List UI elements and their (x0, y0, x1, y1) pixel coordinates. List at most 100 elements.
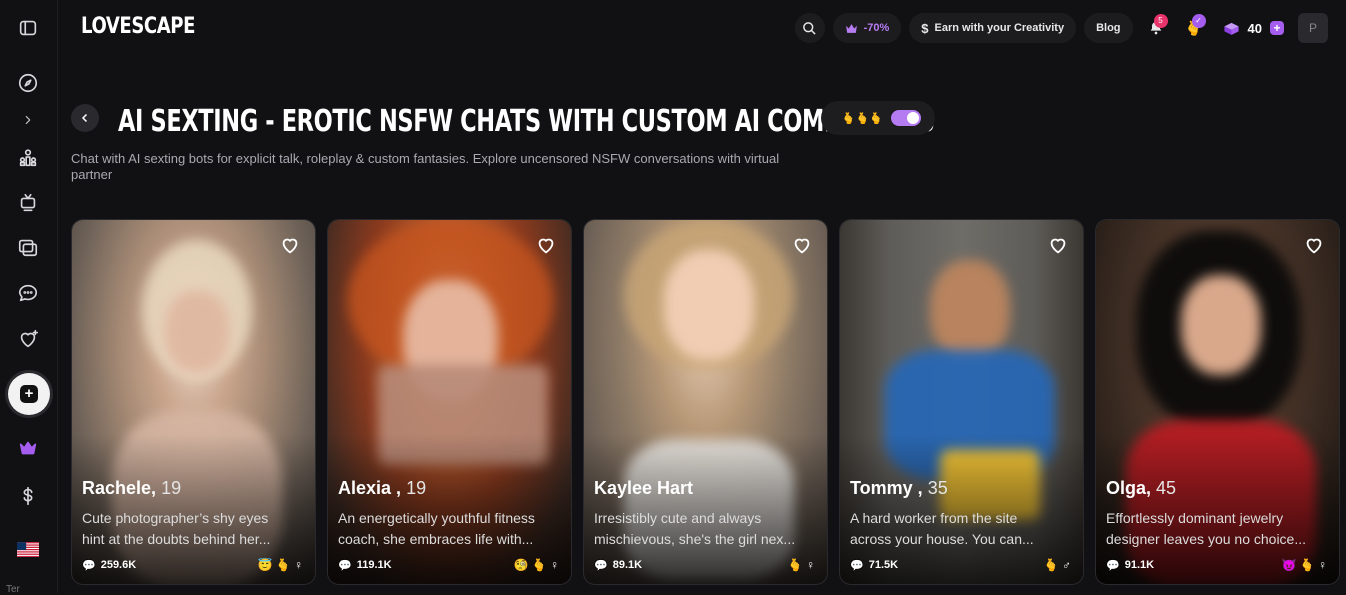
character-name-text: Kaylee Hart (594, 478, 694, 498)
chat-bubble-icon: 💬 (82, 559, 96, 572)
sidebar-toggle-icon[interactable] (14, 14, 42, 42)
leaderboard-icon[interactable] (14, 144, 42, 172)
chat-icon[interactable] (14, 279, 42, 307)
earn-label: Earn with your Creativity (934, 22, 1065, 34)
blog-button[interactable]: Blog (1084, 13, 1133, 43)
description-line-1: A hard worker from the site (850, 510, 1018, 526)
character-tags: 🫰 ♂ (1043, 558, 1071, 572)
favorite-heart-icon[interactable] (791, 234, 813, 256)
app-logo[interactable]: LOVESCAPE (81, 14, 195, 39)
nsfw-toggle-group[interactable]: 🫰🫰🫰 (821, 101, 935, 135)
chat-count: 💬 259.6K (82, 559, 136, 572)
character-description: An energetically youthful fitness coach, … (338, 508, 560, 550)
character-name: Alexia , 19 (338, 478, 426, 499)
chat-count-value: 91.1K (1124, 559, 1155, 571)
heart-spark-icon[interactable] (14, 325, 42, 353)
language-label: Ter (6, 584, 20, 595)
chat-count: 💬 89.1K (594, 559, 642, 572)
chevron-left-icon (81, 113, 88, 123)
character-tags: 🧐 🫰 ♀ (513, 558, 559, 572)
compass-icon[interactable] (14, 69, 42, 97)
toggle-emojis: 🫰🫰🫰 (841, 112, 883, 125)
chat-bubble-icon: 💬 (338, 559, 352, 572)
discount-button[interactable]: -70% (832, 13, 902, 43)
page-title: AI SEXTING - EROTIC NSFW CHATS WITH CUST… (118, 104, 935, 139)
avatar[interactable]: P (1298, 13, 1328, 43)
search-button[interactable] (794, 13, 825, 43)
chat-count: 💬 71.5K (850, 559, 898, 572)
description-line-1: Effortlessly dominant jewelry (1106, 510, 1284, 526)
plus-icon: + (20, 385, 38, 403)
character-description: Cute photographer’s shy eyes hint at the … (82, 508, 304, 550)
chat-count-value: 119.1K (356, 559, 392, 571)
notifications-button[interactable]: 5 (1141, 13, 1171, 43)
chat-count: 💬 91.1K (1106, 559, 1154, 572)
description-line-2: designer leaves you no choice... (1106, 531, 1307, 547)
gems-count: 40 (1247, 20, 1262, 36)
card-footer: 💬 119.1K 🧐 🫰 ♀ (338, 558, 559, 572)
character-name-text: Olga, (1106, 478, 1152, 498)
nsfw-toggle[interactable] (891, 110, 921, 126)
crown-icon[interactable] (14, 434, 42, 462)
favorite-heart-icon[interactable] (535, 234, 557, 256)
dollar-icon[interactable] (14, 482, 42, 510)
character-age: 19 (406, 478, 427, 498)
tv-icon[interactable] (14, 189, 42, 217)
earn-button[interactable]: $ Earn with your Creativity (909, 13, 1077, 43)
nsfw-mode-button[interactable]: 🫰 ✓ (1179, 13, 1209, 43)
description-line-1: Irresistibly cute and always (594, 510, 762, 526)
character-age: 45 (1156, 478, 1177, 498)
chat-bubble-icon: 💬 (594, 559, 608, 572)
character-tags: 😈 🫰 ♀ (1281, 558, 1327, 572)
dollar-icon: $ (921, 20, 929, 36)
character-age: 19 (161, 478, 182, 498)
chevron-right-icon[interactable] (14, 106, 42, 134)
search-icon (803, 21, 816, 35)
chat-bubble-icon: 💬 (1106, 559, 1120, 572)
add-gems-icon[interactable]: + (1270, 21, 1284, 35)
character-card[interactable]: Alexia , 19 An energetically youthful fi… (327, 219, 572, 585)
check-badge-icon: ✓ (1191, 14, 1206, 28)
blog-label: Blog (1096, 22, 1121, 34)
character-description: Irresistibly cute and always mischievous,… (594, 508, 816, 550)
card-footer: 💬 91.1K 😈 🫰 ♀ (1106, 558, 1327, 572)
discount-label: -70% (863, 22, 890, 34)
character-tags: 🫰 ♀ (787, 558, 815, 572)
character-card[interactable]: Olga, 45 Effortlessly dominant jewelry de… (1095, 219, 1340, 585)
chat-count-value: 71.5K (868, 559, 899, 571)
character-description: A hard worker from the site across your h… (850, 508, 1072, 550)
character-name: Olga, 45 (1106, 478, 1176, 499)
character-card[interactable]: Rachele, 19 Cute photographer’s shy eyes… (71, 219, 316, 585)
description-line-2: coach, she embraces life with... (338, 531, 534, 547)
gem-icon (1223, 22, 1239, 35)
description-line-2: mischievous, she's the girl nex... (594, 531, 796, 547)
character-name-text: Tommy , (850, 478, 923, 498)
favorite-heart-icon[interactable] (279, 234, 301, 256)
description-line-2: hint at the doubts behind her... (82, 531, 271, 547)
character-name-text: Alexia , (338, 478, 402, 498)
gallery-icon[interactable] (14, 233, 42, 261)
page-subtitle: Chat with AI sexting bots for explicit t… (71, 151, 780, 182)
description-line-2: across your house. You can... (850, 531, 1034, 547)
description-line-1: An energetically youthful fitness (338, 510, 535, 526)
chat-count-value: 89.1K (612, 559, 643, 571)
character-name: Tommy , 35 (850, 478, 948, 499)
back-button[interactable] (71, 104, 99, 132)
gems-balance[interactable]: 40 + (1217, 21, 1290, 36)
character-grid: Rachele, 19 Cute photographer’s shy eyes… (71, 219, 1340, 585)
crown-icon (845, 23, 857, 33)
description-line-1: Cute photographer’s shy eyes (82, 510, 269, 526)
card-footer: 💬 89.1K 🫰 ♀ (594, 558, 815, 572)
character-name: Rachele, 19 (82, 478, 181, 499)
character-card[interactable]: Kaylee Hart Irresistibly cute and always… (583, 219, 828, 585)
favorite-heart-icon[interactable] (1303, 234, 1325, 256)
favorite-heart-icon[interactable] (1047, 234, 1069, 256)
topbar: -70% $ Earn with your Creativity Blog 5 … (794, 12, 1328, 44)
character-card[interactable]: Tommy , 35 A hard worker from the site ac… (839, 219, 1084, 585)
create-button[interactable]: + (8, 373, 50, 415)
us-flag-icon[interactable] (14, 535, 42, 563)
character-tags: 😇 🫰 ♀ (257, 558, 303, 572)
notification-count-badge: 5 (1153, 14, 1168, 28)
sidebar: + Ter (0, 0, 58, 595)
chat-count: 💬 119.1K (338, 559, 392, 572)
